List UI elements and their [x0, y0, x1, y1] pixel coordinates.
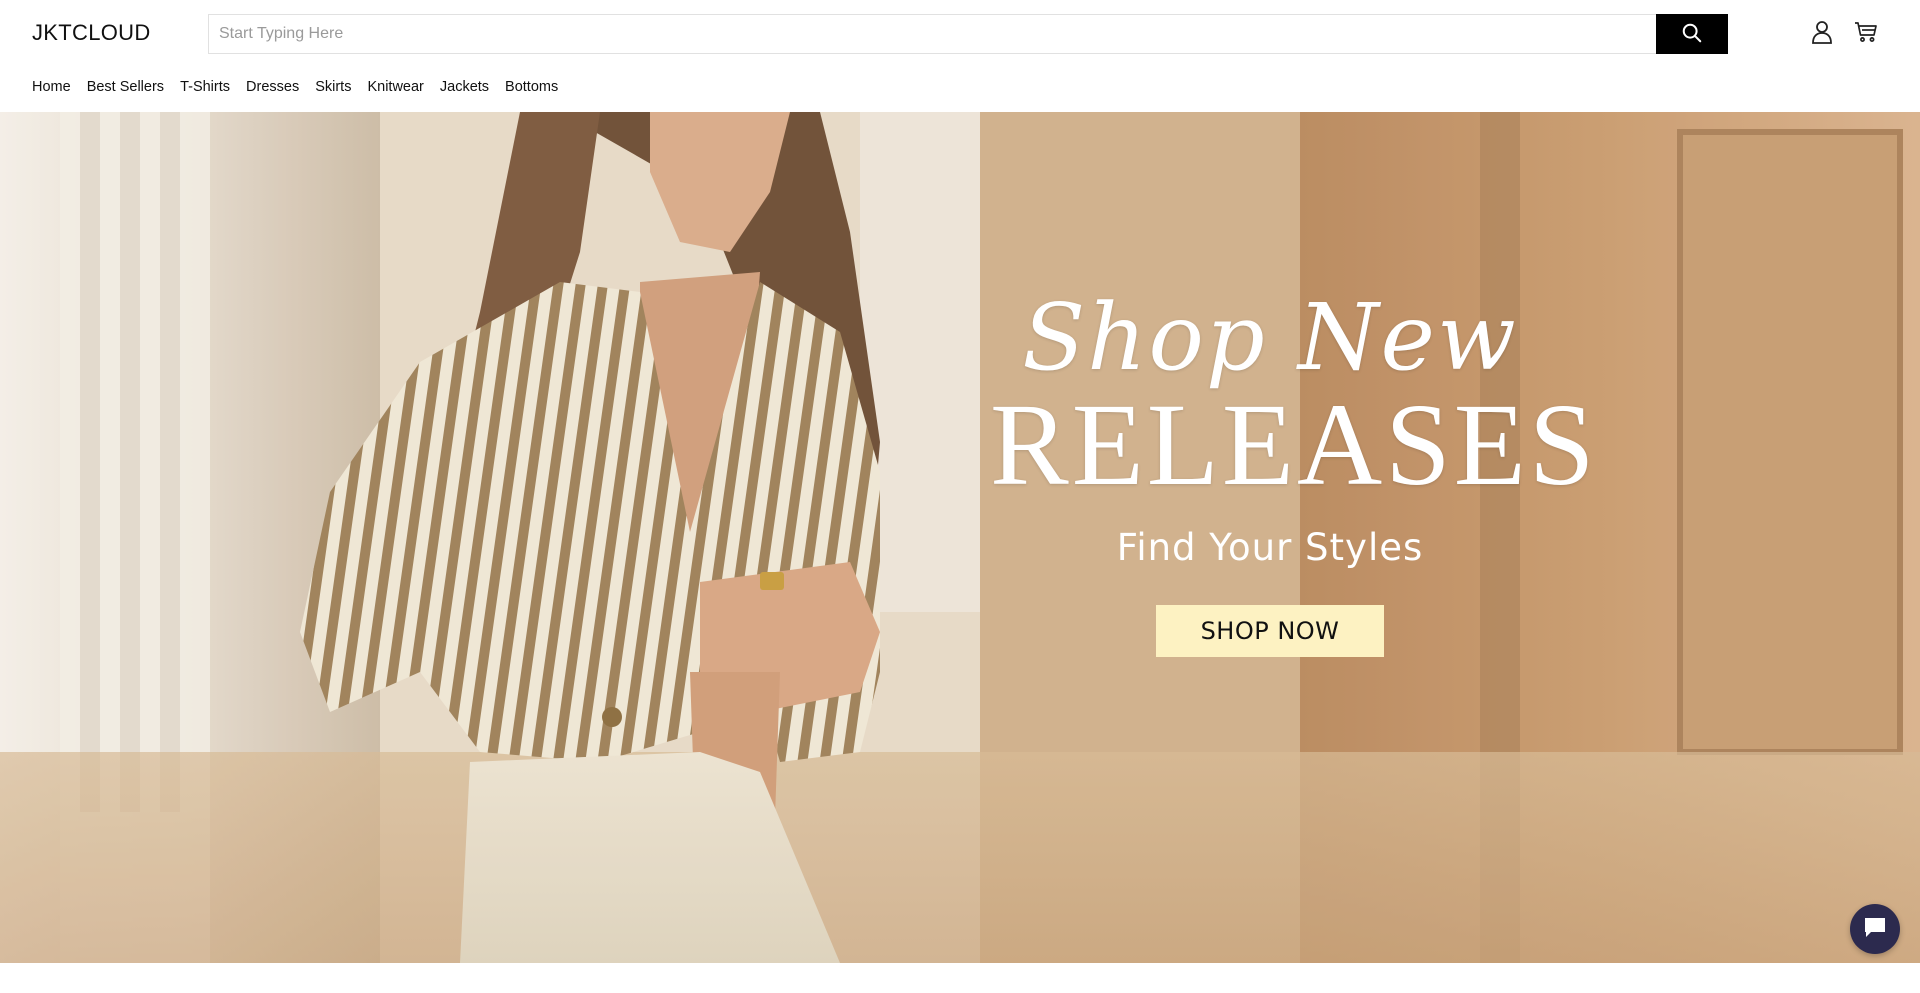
chat-icon — [1862, 915, 1888, 944]
nav-item-home[interactable]: Home — [32, 79, 71, 95]
account-icon — [1811, 20, 1833, 49]
site-logo[interactable]: JKTCLOUD — [32, 20, 151, 46]
hero-background-image — [0, 112, 1920, 963]
nav-item-bottoms[interactable]: Bottoms — [505, 79, 558, 95]
search-icon — [1681, 22, 1703, 47]
nav-item-best-sellers[interactable]: Best Sellers — [87, 79, 164, 95]
search-bar — [208, 14, 1728, 54]
cart-button[interactable] — [1852, 20, 1880, 48]
nav-item-jackets[interactable]: Jackets — [440, 79, 489, 95]
chat-button[interactable] — [1850, 904, 1900, 954]
search-input[interactable] — [208, 14, 1656, 54]
hero-subtitle: Find Your Styles — [1116, 526, 1424, 569]
site-header: JKTCLOUD Start Typing Here Home Best Sel… — [0, 0, 1920, 112]
hero-banner[interactable]: Shop New RELEASES Find Your Styles SHOP … — [0, 112, 1920, 963]
nav-item-t-shirts[interactable]: T-Shirts — [180, 79, 230, 95]
nav-item-knitwear[interactable]: Knitwear — [367, 79, 423, 95]
hero-main-title: RELEASES — [990, 379, 1598, 510]
hero-script-title: Shop New — [1022, 284, 1518, 391]
search-button[interactable] — [1656, 14, 1728, 54]
hero-text-block: Shop New RELEASES Find Your Styles SHOP … — [990, 284, 1598, 657]
nav-item-dresses[interactable]: Dresses — [246, 79, 299, 95]
cart-icon — [1854, 21, 1878, 48]
main-nav: Home Best Sellers T-Shirts Dresses Skirt… — [32, 79, 574, 95]
account-button[interactable] — [1808, 20, 1836, 48]
nav-item-skirts[interactable]: Skirts — [315, 79, 351, 95]
shop-now-button[interactable]: SHOP NOW — [1156, 605, 1384, 657]
